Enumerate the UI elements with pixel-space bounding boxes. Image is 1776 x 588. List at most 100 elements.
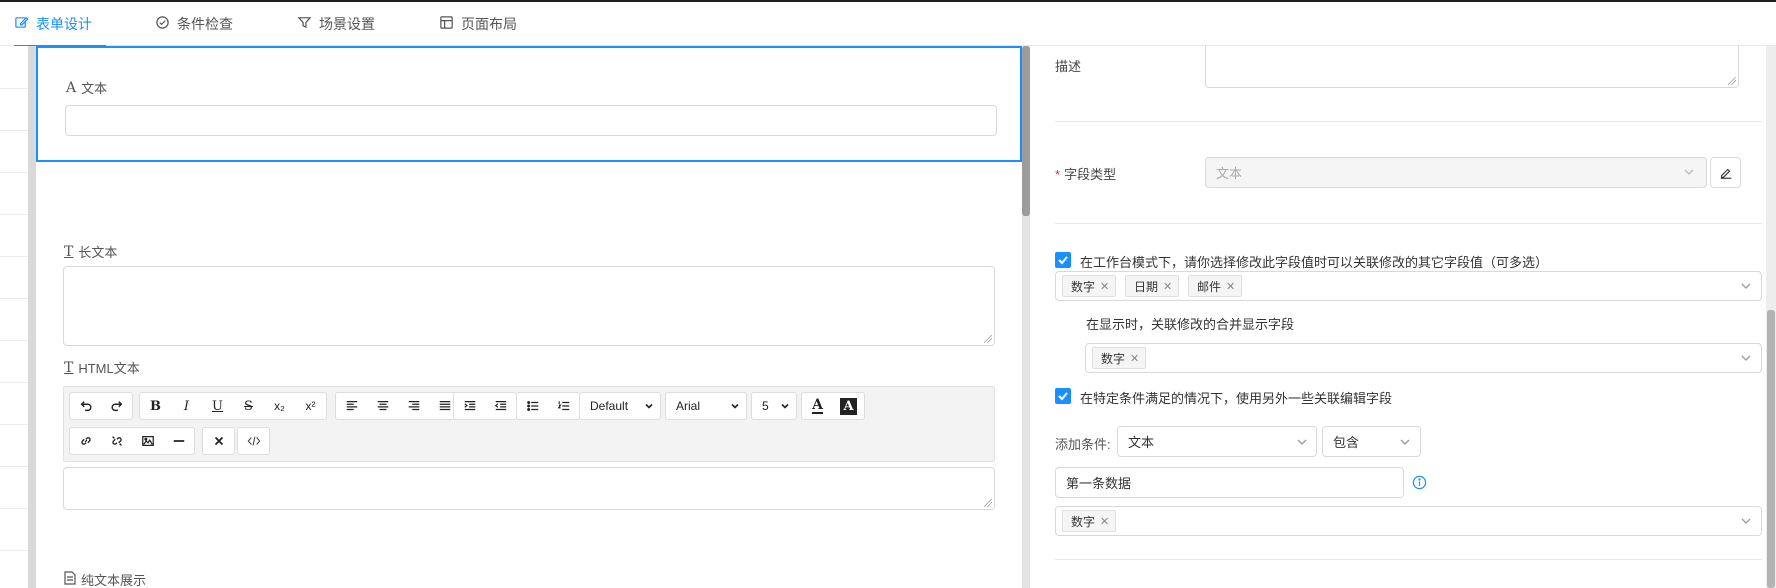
tab-label: 页面布局 <box>461 16 517 32</box>
bullet-list-icon[interactable] <box>517 393 548 419</box>
linked-fields-select[interactable]: 数字 ✕ 日期 ✕ 邮件 ✕ <box>1055 271 1762 301</box>
form-field-longtext[interactable]: T 长文本 <box>36 162 1022 346</box>
background-color-icon[interactable]: A <box>833 393 864 419</box>
divider <box>1055 223 1762 224</box>
funnel-icon <box>297 15 312 33</box>
left-panel-border <box>28 46 36 588</box>
tab-label: 表单设计 <box>36 16 92 32</box>
italic-button[interactable]: I <box>171 393 202 419</box>
tab-label: 条件检查 <box>177 16 233 32</box>
condition-value-input[interactable]: 第一条数据 <box>1055 467 1404 498</box>
workbench-checkbox[interactable] <box>1055 252 1071 268</box>
rich-text-toolbar: B I U S x₂ x² Default Arial 5 A A <box>63 386 995 462</box>
resize-handle[interactable] <box>1728 77 1736 85</box>
font-select[interactable]: Arial <box>665 392 747 420</box>
size-select[interactable]: 5 <box>751 392 797 420</box>
scrollbar-thumb[interactable] <box>1022 46 1030 216</box>
properties-panel: 描述 * 字段类型 文本 在工作台模式下，请你选择修改此字段值时可以关联修改的其它… <box>1030 46 1766 588</box>
superscript-button[interactable]: x² <box>295 393 326 419</box>
tab-form-design[interactable]: 表单设计 <box>14 2 106 47</box>
code-group <box>237 427 270 455</box>
add-condition-label: 添加条件: <box>1055 437 1111 452</box>
html-field-icon: T <box>64 359 74 376</box>
form-field-text[interactable]: A 文本 <box>36 46 1022 162</box>
info-icon[interactable] <box>1412 475 1427 490</box>
condition-fields-select[interactable]: 数字 ✕ <box>1055 506 1762 536</box>
align-center-icon[interactable] <box>367 393 398 419</box>
align-group <box>335 392 461 420</box>
description-label: 描述 <box>1055 59 1082 74</box>
format-select[interactable]: Default <box>579 392 661 420</box>
edit-field-type-button[interactable] <box>1710 157 1741 188</box>
chevron-down-icon <box>1741 283 1751 289</box>
chevron-down-icon <box>645 403 653 409</box>
properties-scrollbar[interactable] <box>1766 46 1776 588</box>
pencil-icon <box>1720 168 1731 179</box>
close-icon[interactable]: ✕ <box>1226 280 1235 293</box>
tag-date: 日期 ✕ <box>1125 275 1180 297</box>
required-marker: * <box>1055 167 1061 182</box>
clear-group <box>202 427 235 455</box>
text-input[interactable] <box>65 105 997 136</box>
format-group: B I U S x₂ x² <box>139 392 327 420</box>
chevron-down-icon <box>1297 439 1307 445</box>
edit-icon <box>14 15 29 33</box>
rich-text-editor-area[interactable] <box>63 467 995 510</box>
bold-button[interactable]: B <box>140 393 171 419</box>
align-left-icon[interactable] <box>336 393 367 419</box>
check-circle-icon <box>155 15 170 33</box>
font-color-icon[interactable]: A <box>802 393 833 419</box>
longtext-textarea[interactable] <box>63 266 995 346</box>
field-label-static: 纯文本展示 <box>64 570 146 588</box>
divider <box>1055 121 1762 122</box>
chevron-down-icon <box>1741 518 1751 524</box>
resize-handle[interactable] <box>984 335 992 343</box>
scrollbar-thumb[interactable] <box>1767 310 1775 588</box>
strikethrough-button[interactable]: S <box>233 393 264 419</box>
chevron-down-icon <box>781 403 789 409</box>
longtext-field-icon: T <box>64 243 74 260</box>
layout-icon <box>439 15 454 33</box>
outdent-icon[interactable] <box>485 393 516 419</box>
redo-icon[interactable] <box>101 393 132 419</box>
chevron-down-icon <box>1400 439 1410 445</box>
divider <box>1055 559 1762 560</box>
clear-format-icon[interactable] <box>203 428 234 454</box>
close-icon[interactable]: ✕ <box>1163 280 1172 293</box>
form-canvas: A 文本 T 长文本 T HTML文本 B I U S x₂ x² Defaul… <box>36 46 1022 588</box>
merge-display-select[interactable]: 数字 ✕ <box>1085 343 1762 373</box>
resize-handle[interactable] <box>984 499 992 507</box>
chevron-down-icon <box>1741 355 1751 361</box>
align-right-icon[interactable] <box>398 393 429 419</box>
tag-email: 邮件 ✕ <box>1188 275 1243 297</box>
insert-group <box>69 427 195 455</box>
form-scrollbar[interactable] <box>1022 46 1030 588</box>
condition-checkbox-label: 在特定条件满足的情况下，使用另外一些关联编辑字段 <box>1080 391 1393 406</box>
condition-checkbox[interactable] <box>1055 388 1071 404</box>
tab-scene-settings[interactable]: 场景设置 <box>297 2 375 46</box>
field-type-select[interactable]: 文本 <box>1205 157 1707 188</box>
indent-icon[interactable] <box>454 393 485 419</box>
close-icon[interactable]: ✕ <box>1100 280 1109 293</box>
tab-page-layout[interactable]: 页面布局 <box>439 2 517 46</box>
image-icon[interactable] <box>132 428 163 454</box>
left-component-strip <box>0 46 28 588</box>
close-icon[interactable]: ✕ <box>1100 515 1109 528</box>
undo-icon[interactable] <box>70 393 101 419</box>
history-group <box>69 392 133 420</box>
link-icon[interactable] <box>70 428 101 454</box>
condition-field-select[interactable]: 文本 <box>1117 426 1317 457</box>
numbered-list-icon[interactable] <box>548 393 579 419</box>
field-label-html: T HTML文本 <box>64 359 140 377</box>
text-field-icon: A <box>66 79 77 96</box>
description-textarea[interactable] <box>1205 46 1739 88</box>
tag-number: 数字 ✕ <box>1092 347 1147 369</box>
code-view-icon[interactable] <box>238 428 269 454</box>
tab-condition-check[interactable]: 条件检查 <box>155 2 233 46</box>
subscript-button[interactable]: x₂ <box>264 393 295 419</box>
close-icon[interactable]: ✕ <box>1130 352 1139 365</box>
unlink-icon[interactable] <box>101 428 132 454</box>
underline-button[interactable]: U <box>202 393 233 419</box>
horizontal-rule-icon[interactable] <box>163 428 194 454</box>
condition-operator-select[interactable]: 包含 <box>1322 426 1421 457</box>
